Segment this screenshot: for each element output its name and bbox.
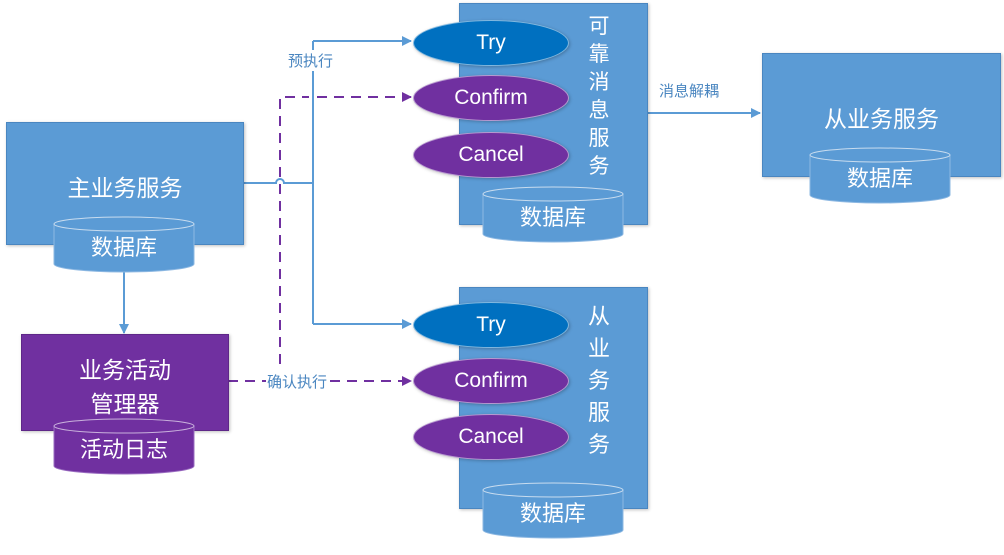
slave-service-right-db-label: 数据库: [846, 167, 913, 192]
reliable-msg-db[interactable]: 数据库: [482, 186, 624, 243]
main-service-db-label: 数据库: [90, 236, 157, 261]
slave-service-right-title: 从业务服务: [824, 107, 939, 133]
slave-service-bottom-db[interactable]: 数据库: [482, 482, 624, 539]
main-service-db[interactable]: 数据库: [53, 216, 195, 273]
activity-manager-title-line2: 管理器: [90, 392, 160, 418]
reliable-try-op[interactable]: Try: [413, 20, 569, 66]
main-service-title: 主业务服务: [67, 176, 183, 202]
slave-service-bottom-db-label: 数据库: [519, 502, 586, 527]
activity-manager-box[interactable]: 业务活动 管理器: [21, 334, 229, 431]
slave-confirm-label: Confirm: [454, 369, 528, 392]
slave-try-op[interactable]: Try: [413, 302, 569, 348]
reliable-try-label: Try: [476, 31, 506, 54]
reliable-msg-service-title: 可靠消息服务: [588, 14, 610, 178]
reliable-msg-db-label: 数据库: [519, 206, 586, 231]
reliable-cancel-op[interactable]: Cancel: [413, 132, 569, 178]
activity-manager-title-line1: 业务活动: [79, 358, 171, 384]
decouple-label: 消息解耦: [659, 80, 720, 101]
main-to-branch-line: [242, 178, 313, 184]
reliable-confirm-op[interactable]: Confirm: [413, 75, 569, 121]
confirm-execute-vertical: [279, 96, 309, 381]
slave-cancel-label: Cancel: [458, 425, 524, 448]
slave-service-bottom-title: 从业务服务: [587, 305, 610, 458]
slave-try-label: Try: [476, 313, 506, 336]
reliable-confirm-label: Confirm: [454, 86, 528, 109]
reliable-cancel-label: Cancel: [458, 143, 524, 166]
activity-log-label: 活动日志: [79, 438, 168, 463]
activity-log-db[interactable]: 活动日志: [53, 418, 195, 475]
pre-execute-label: 预执行: [288, 50, 334, 71]
confirm-execute-label: 确认执行: [266, 371, 329, 392]
slave-cancel-op[interactable]: Cancel: [413, 414, 569, 460]
slave-confirm-op[interactable]: Confirm: [413, 358, 569, 404]
slave-service-right-db[interactable]: 数据库: [809, 147, 951, 204]
